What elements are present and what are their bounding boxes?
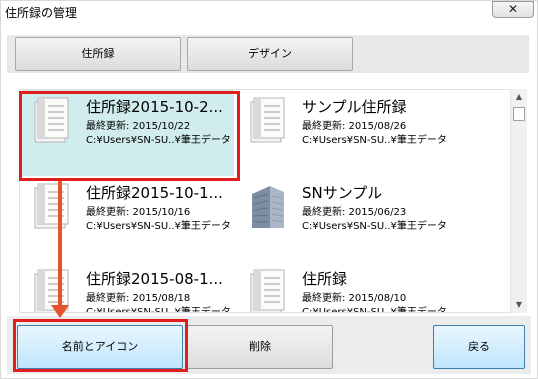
annotation-arrow-line — [58, 181, 62, 309]
address-book-name: サンプル住所録 — [302, 98, 407, 116]
address-book-item[interactable]: 住所録 最終更新: 2015/08/10 C:¥Users¥SN-SU..¥筆王… — [238, 262, 450, 313]
address-book-name: 住所録2015-10-2... — [86, 98, 223, 116]
building-icon — [252, 186, 284, 228]
document-icon — [34, 183, 69, 229]
title-bar: 住所録の管理 ✕ — [1, 1, 537, 23]
address-book-path: C:¥Users¥SN-SU..¥筆王データ — [86, 307, 231, 313]
address-book-path: C:¥Users¥SN-SU..¥筆王データ — [86, 135, 231, 146]
scroll-down-icon[interactable]: ▼ — [511, 297, 527, 313]
address-book-name: 住所録 — [302, 270, 348, 288]
address-book-path: C:¥Users¥SN-SU..¥筆王データ — [302, 221, 447, 232]
address-book-path: C:¥Users¥SN-SU..¥筆王データ — [302, 307, 447, 313]
address-book-updated: 最終更新: 2015/06/23 — [302, 207, 407, 218]
back-button[interactable]: 戻る — [433, 325, 525, 369]
address-book-updated: 最終更新: 2015/10/16 — [86, 207, 191, 218]
annotation-arrow-head-icon — [51, 305, 69, 318]
address-book-item[interactable]: SNサンプル 最終更新: 2015/06/23 C:¥Users¥SN-SU..… — [238, 176, 450, 262]
document-icon — [250, 269, 285, 312]
scroll-up-icon[interactable]: ▲ — [511, 89, 527, 105]
address-book-manager-window: 住所録の管理 ✕ 住所録 デザイン 住所録2015-10-2... 最終更新: … — [0, 0, 538, 379]
address-book-list: 住所録2015-10-2... 最終更新: 2015/10/22 C:¥User… — [19, 89, 527, 313]
rename-and-icon-button[interactable]: 名前とアイコン — [17, 325, 183, 369]
window-title: 住所録の管理 — [5, 6, 78, 20]
address-book-item[interactable]: 住所録2015-10-2... 最終更新: 2015/10/22 C:¥User… — [22, 90, 234, 176]
list-scrollbar[interactable]: ▲ ▼ — [510, 89, 527, 313]
address-book-updated: 最終更新: 2015/10/22 — [86, 121, 191, 132]
tab-address-book[interactable]: 住所録 — [15, 37, 181, 71]
address-book-name: SNサンプル — [302, 184, 383, 202]
address-book-item[interactable]: サンプル住所録 最終更新: 2015/08/26 C:¥Users¥SN-SU.… — [238, 90, 450, 176]
address-book-name: 住所録2015-10-1... — [86, 184, 223, 202]
address-book-updated: 最終更新: 2015/08/18 — [86, 293, 191, 304]
address-book-path: C:¥Users¥SN-SU..¥筆王データ — [302, 135, 447, 146]
address-book-updated: 最終更新: 2015/08/26 — [302, 121, 407, 132]
document-icon — [34, 97, 69, 143]
close-button[interactable]: ✕ — [492, 1, 534, 18]
tab-design[interactable]: デザイン — [187, 37, 353, 71]
address-book-item[interactable]: 住所録2015-10-1... 最終更新: 2015/10/16 C:¥User… — [22, 176, 234, 262]
address-book-updated: 最終更新: 2015/08/10 — [302, 293, 407, 304]
address-book-path: C:¥Users¥SN-SU..¥筆王データ — [86, 221, 231, 232]
document-icon — [250, 97, 285, 143]
delete-button[interactable]: 削除 — [187, 325, 333, 369]
address-book-name: 住所録2015-08-1... — [86, 270, 223, 288]
scroll-thumb[interactable] — [513, 107, 525, 121]
